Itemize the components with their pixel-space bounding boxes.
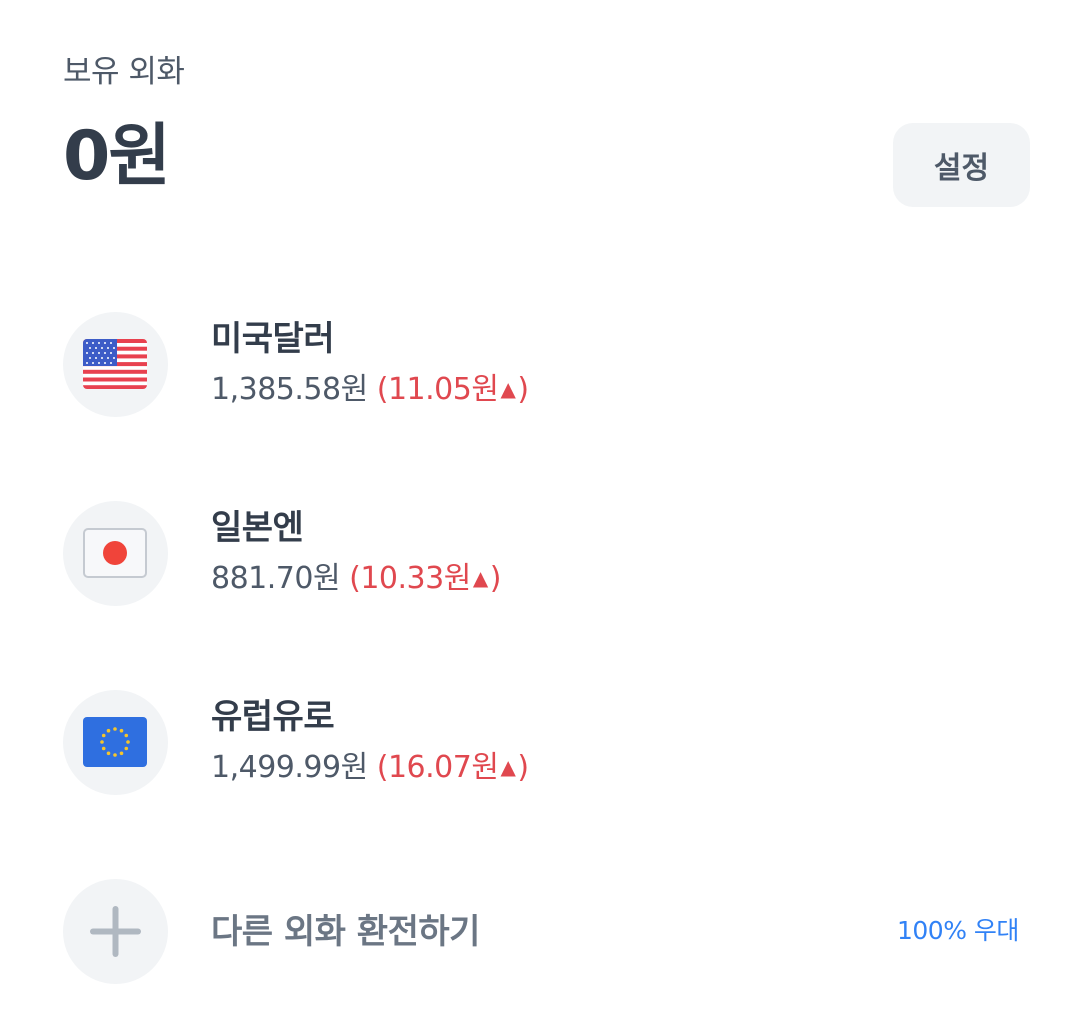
currency-rate-line: 881.70원 (10.33원 ▲) [211,557,501,600]
foreign-currency-page: 보유 외화 0원 설정 미국달러 1,385.58원 (11.05원 ▲) 일본… [0,0,1080,1027]
section-label: 보유 외화 [63,54,185,90]
eu-flag-icon [83,717,147,767]
currency-rate-line: 1,499.99원 (16.07원 ▲) [211,746,529,789]
currency-change: (16.07원 ▲) [377,750,529,785]
change-close: ) [517,750,529,785]
up-arrow-icon: ▲ [472,566,488,590]
up-arrow-icon: ▲ [500,377,516,401]
total-amount: 0원 [63,117,171,196]
currency-change: (10.33원 ▲) [349,561,501,596]
flag-badge [63,312,168,417]
promo-badge: 100% 우대 [897,916,1019,945]
change-close: ) [517,372,529,407]
us-flag-icon [83,339,147,389]
flag-badge [63,690,168,795]
change-close: ) [489,561,502,596]
currency-name: 유럽유로 [211,697,335,737]
up-arrow-icon: ▲ [500,755,516,779]
currency-rate: 1,499.99원 [211,750,368,785]
add-badge [63,879,168,984]
add-currency-label: 다른 외화 환전하기 [211,912,480,952]
currency-change: (11.05원 ▲) [377,372,529,407]
plus-icon [90,906,141,957]
currency-rate-line: 1,385.58원 (11.05원 ▲) [211,368,529,411]
flag-badge [63,501,168,606]
settings-button[interactable]: 설정 [893,123,1030,207]
japan-flag-icon [83,528,147,578]
change-value: (10.33원 [349,561,471,596]
currency-name: 일본엔 [211,508,304,548]
currency-rate: 881.70원 [211,561,341,596]
change-value: (16.07원 [376,750,499,785]
currency-row-jpy[interactable]: 일본엔 881.70원 (10.33원 ▲) [0,501,1080,607]
add-currency-row[interactable]: 다른 외화 환전하기 100% 우대 [0,879,1080,985]
currency-name: 미국달러 [211,319,335,359]
currency-row-eur[interactable]: 유럽유로 1,499.99원 (16.07원 ▲) [0,690,1080,796]
currency-row-usd[interactable]: 미국달러 1,385.58원 (11.05원 ▲) [0,312,1080,418]
currency-rate: 1,385.58원 [211,372,368,407]
change-value: (11.05원 [376,372,499,407]
